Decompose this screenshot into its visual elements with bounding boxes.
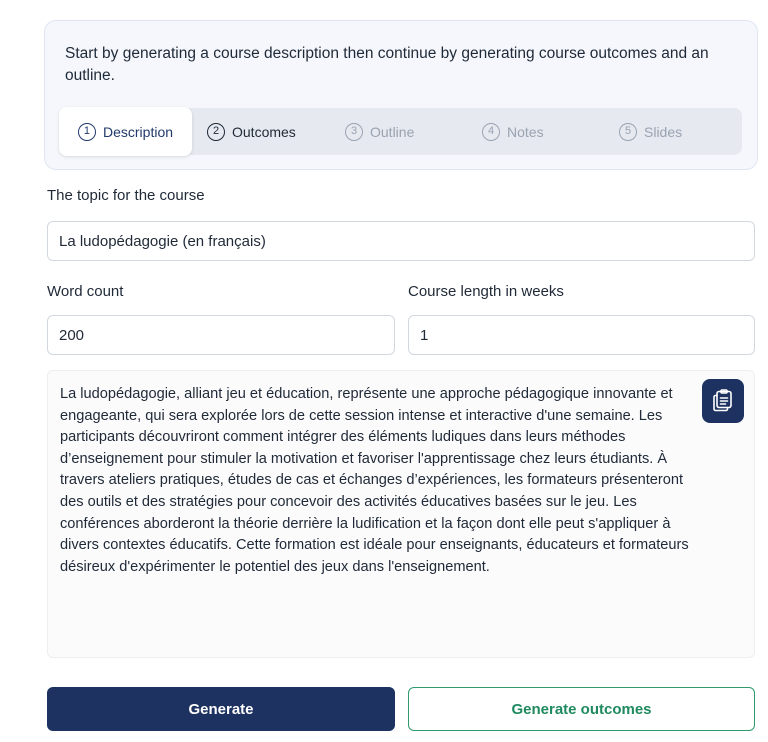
- word-count-label: Word count: [47, 283, 124, 300]
- step-number-icon: 1: [77, 122, 96, 141]
- step-number-icon: 3: [345, 122, 363, 141]
- course-length-label: Course length in weeks: [408, 283, 564, 300]
- generate-outcomes-button[interactable]: Generate outcomes: [408, 687, 755, 731]
- step-tab-description[interactable]: 1 Description: [59, 107, 192, 156]
- generated-description-box: La ludopédagogie, alliant jeu et éducati…: [47, 370, 755, 658]
- topic-input[interactable]: [47, 221, 755, 261]
- step-tab-outcomes[interactable]: 2 Outcomes: [207, 108, 296, 155]
- step-tab-outline[interactable]: 3 Outline: [345, 108, 414, 155]
- course-generator-page: Start by generating a course description…: [0, 0, 768, 742]
- step-label: Slides: [644, 123, 683, 140]
- step-label: Outline: [370, 123, 415, 140]
- step-number-icon: 2: [207, 122, 225, 141]
- course-length-input[interactable]: [408, 315, 755, 355]
- intro-card: Start by generating a course description…: [44, 20, 758, 170]
- step-number-icon: 4: [482, 122, 500, 141]
- clipboard-copy-icon: [713, 389, 732, 412]
- generate-button[interactable]: Generate: [47, 687, 395, 731]
- intro-instructions: Start by generating a course description…: [65, 45, 709, 84]
- word-count-input[interactable]: [47, 315, 395, 355]
- generated-description-text: La ludopédagogie, alliant jeu et éducati…: [60, 386, 689, 575]
- topic-label: The topic for the course: [47, 187, 205, 204]
- step-tab-slides[interactable]: 5 Slides: [619, 108, 682, 155]
- step-number-icon: 5: [619, 122, 637, 141]
- step-label: Notes: [507, 123, 544, 140]
- step-tab-notes[interactable]: 4 Notes: [482, 108, 544, 155]
- step-tabs: 1 Description 2 Outcomes 3 Outline 4 Not…: [59, 107, 742, 156]
- step-label: Outcomes: [232, 123, 296, 140]
- step-label: Description: [102, 123, 174, 140]
- copy-button[interactable]: [702, 379, 744, 423]
